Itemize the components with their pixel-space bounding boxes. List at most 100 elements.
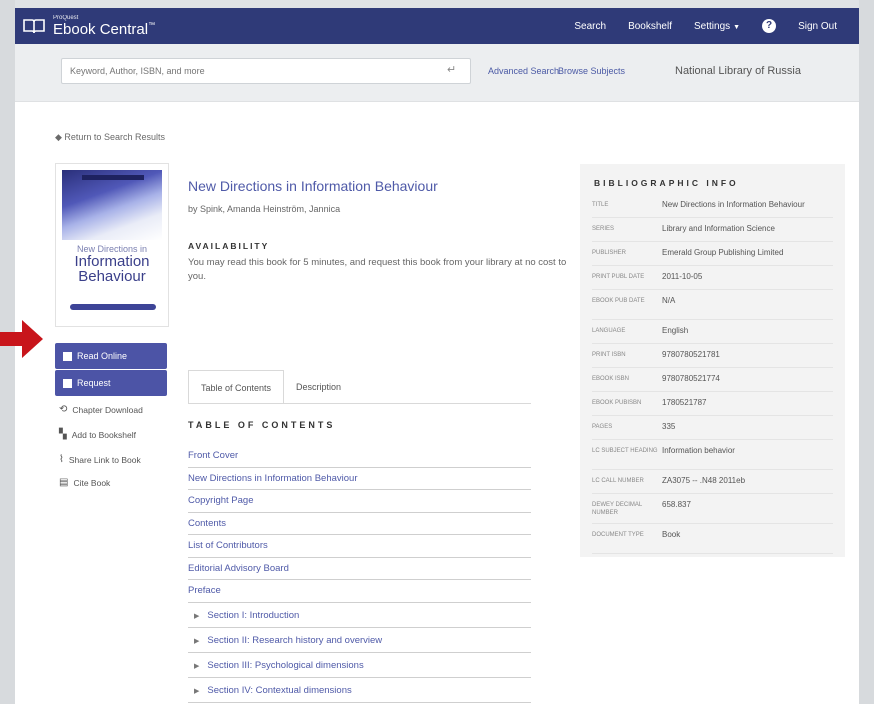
biblio-row: Title New Directions in Information Behav… [592, 194, 833, 218]
enter-icon[interactable]: ↵ [447, 63, 456, 76]
biblio-key: Language [592, 328, 626, 334]
window-frame-top [0, 0, 874, 8]
content-tabs: Table of Contents Description [188, 370, 353, 404]
toc-item[interactable]: Preface [188, 580, 531, 603]
biblio-key: Series [592, 226, 615, 232]
biblio-value: 658.837 [662, 500, 691, 509]
nav-sign-out[interactable]: Sign Out [798, 21, 837, 32]
toc-item[interactable]: List of Contributors [188, 535, 531, 558]
share-link[interactable]: ⌇ Share Link to Book [59, 454, 141, 465]
biblio-key: Ebook ISBN [592, 376, 630, 382]
toc-list: Front Cover New Directions in Informatio… [188, 445, 531, 703]
cite-icon: ▤ [59, 477, 69, 488]
biblio-key: LC Call Number [592, 478, 644, 484]
read-online-label: Read Online [77, 351, 128, 361]
top-nav-menu: Search Bookshelf Settings ▼ ? Sign Out [574, 8, 859, 44]
help-icon[interactable]: ? [762, 19, 777, 33]
toc-section[interactable]: ▶ Section I: Introduction [188, 603, 531, 628]
biblio-row: Ebook ISBN 9780780521774 [592, 368, 833, 392]
book-cover[interactable]: New Directions in Information Behaviour [55, 163, 169, 327]
search-input[interactable] [61, 58, 471, 84]
biblio-key: Pages [592, 424, 613, 430]
book-authors[interactable]: by Spink, Amanda Heinström, Jannica [188, 204, 340, 214]
cover-band [82, 175, 144, 180]
brand-small-text: ProQuest [53, 15, 79, 21]
biblio-value: 9780780521781 [662, 350, 720, 359]
book-icon [63, 351, 72, 361]
request-icon [63, 378, 72, 388]
biblio-value: 1780521787 [662, 398, 707, 407]
cover-graphic [62, 170, 162, 240]
nav-bookshelf[interactable]: Bookshelf [628, 21, 672, 32]
chapter-download-link[interactable]: ⟲ Chapter Download [59, 404, 143, 415]
cover-pill [70, 304, 156, 310]
biblio-heading: BIBLIOGRAPHIC INFO [594, 178, 739, 188]
toc-section[interactable]: ▶ Section III: Psychological dimensions [188, 653, 531, 678]
toc-item[interactable]: New Directions in Information Behaviour [188, 468, 531, 490]
tab-description[interactable]: Description [284, 370, 353, 404]
biblio-row: Series Library and Information Science [592, 218, 833, 242]
biblio-value: 2011-10-05 [662, 272, 703, 281]
nav-search[interactable]: Search [574, 21, 606, 32]
book-logo-icon[interactable] [23, 18, 45, 34]
biblio-row: LC Call Number ZA3075 -- .N48 2011eb [592, 470, 833, 494]
annotation-arrow-icon [0, 320, 43, 358]
toc-item[interactable]: Editorial Advisory Board [188, 558, 531, 580]
biblio-value: 9780780521774 [662, 374, 720, 383]
biblio-rows: Title New Directions in Information Behav… [592, 194, 833, 554]
brand-title: Ebook Central™ [53, 21, 156, 38]
brand-logo[interactable]: ProQuest Ebook Central™ [53, 15, 155, 37]
request-label: Request [77, 378, 111, 388]
add-to-bookshelf-link[interactable]: ▚ Add to Bookshelf [59, 429, 136, 440]
main-content: ◆ Return to Search Results New Direction… [15, 102, 859, 704]
bookshelf-icon: ▚ [59, 429, 67, 440]
expand-icon[interactable]: ▶ [194, 688, 199, 695]
biblio-key: Ebook PubISBN [592, 400, 642, 406]
toc-section[interactable]: ▶ Section IV: Contextual dimensions [188, 678, 531, 703]
biblio-row: Print ISBN 9780780521781 [592, 344, 833, 368]
biblio-key: Publisher [592, 250, 627, 256]
expand-icon[interactable]: ▶ [194, 638, 199, 645]
request-button[interactable]: Request [55, 370, 167, 396]
biblio-row: Print Publ Date 2011-10-05 [592, 266, 833, 290]
cite-book-link[interactable]: ▤ Cite Book [59, 477, 110, 488]
biblio-row: Pages 335 [592, 416, 833, 440]
availability-text: You may read this book for 5 minutes, an… [188, 257, 567, 282]
toc-section[interactable]: ▶ Section II: Research history and overvi… [188, 628, 531, 653]
biblio-value: Library and Information Science [662, 224, 775, 233]
browse-subjects-link[interactable]: Browse Subjects [558, 66, 625, 76]
bibliographic-info-panel: BIBLIOGRAPHIC INFO Title New Directions i… [580, 164, 845, 557]
advanced-search-link[interactable]: Advanced Search [488, 66, 559, 76]
cover-title: Information Behaviour [74, 253, 150, 285]
biblio-row: Language English [592, 320, 833, 344]
expand-icon[interactable]: ▶ [194, 613, 199, 620]
toc-heading: TABLE OF CONTENTS [188, 420, 336, 430]
availability-heading: AVAILABILITY [188, 241, 270, 251]
toc-item[interactable]: Copyright Page [188, 490, 531, 513]
link-icon: ⌇ [59, 454, 64, 465]
chevron-down-icon: ▼ [733, 23, 741, 31]
biblio-value: N/A [662, 296, 676, 305]
window-frame-right [859, 0, 874, 704]
tab-table-of-contents[interactable]: Table of Contents [188, 370, 285, 404]
biblio-value[interactable]: ZA3075 -- .N48 2011eb [662, 470, 833, 493]
biblio-key: Dewey Decimal Number [592, 502, 643, 516]
toc-item[interactable]: Contents [188, 513, 531, 535]
biblio-key: Document Type [592, 532, 644, 538]
download-icon: ⟲ [59, 404, 68, 415]
biblio-value[interactable]: Information behavior [662, 440, 833, 469]
back-to-results-link[interactable]: ◆ Return to Search Results [55, 132, 165, 143]
biblio-row: Document Type Book [592, 524, 833, 554]
biblio-key: Print ISBN [592, 352, 626, 358]
toc-item[interactable]: Front Cover [188, 445, 531, 468]
biblio-key: Ebook Pub Date [592, 298, 645, 304]
cover-image: New Directions in Information Behaviour [62, 170, 162, 320]
biblio-value: New Directions in Information Behaviour [662, 200, 805, 209]
expand-icon[interactable]: ▶ [194, 663, 199, 670]
biblio-value: Book [662, 530, 681, 539]
biblio-key: LC Subject Heading [592, 448, 658, 454]
nav-settings[interactable]: Settings ▼ [694, 21, 740, 32]
read-online-button[interactable]: Read Online [55, 343, 167, 369]
arrow-left-icon: ◆ [55, 132, 65, 142]
biblio-key: Title [592, 202, 609, 208]
